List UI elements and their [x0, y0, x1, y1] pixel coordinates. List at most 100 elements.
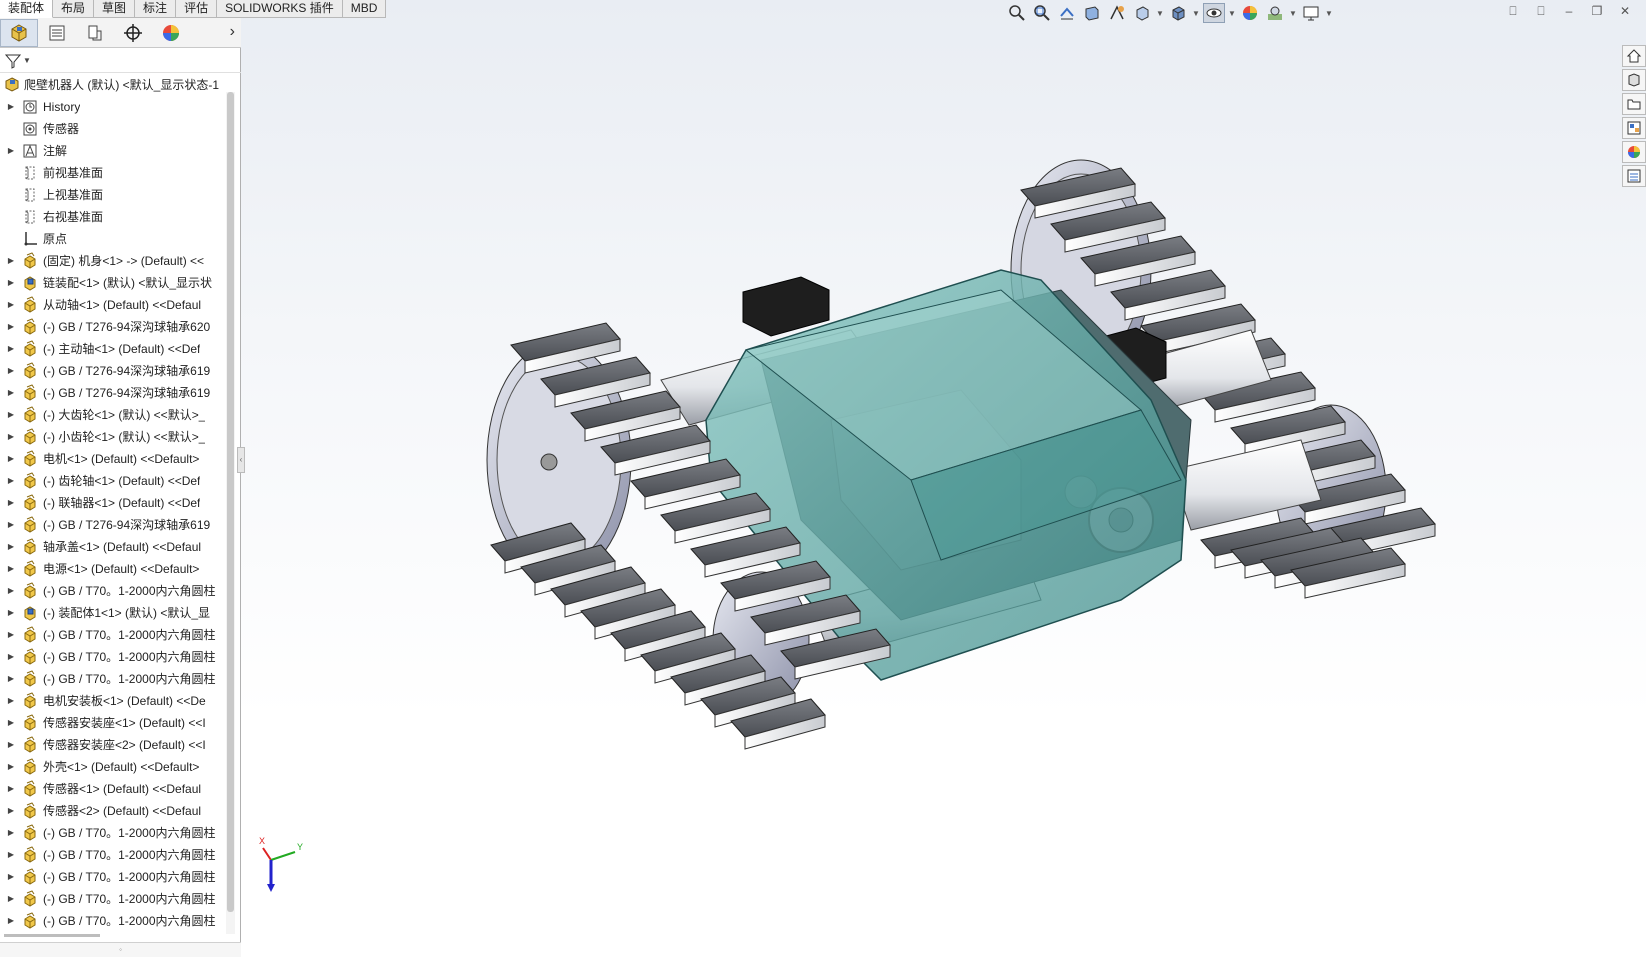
configuration-manager-tab[interactable]: [76, 19, 114, 47]
home-icon[interactable]: [1622, 45, 1646, 67]
tree-item[interactable]: ▶ (-) 小齿轮<1> (默认) <<默认>_: [0, 426, 222, 448]
zoom-to-area-icon[interactable]: [1031, 3, 1053, 23]
design-library-icon[interactable]: [1622, 69, 1646, 91]
command-tab[interactable]: 评估: [176, 0, 218, 18]
filter-dropdown-caret-icon[interactable]: ▼: [23, 56, 31, 65]
view-palette-icon[interactable]: [1622, 117, 1646, 139]
dropdown-caret-icon[interactable]: ▼: [1325, 9, 1333, 18]
expand-arrow-icon[interactable]: ▶: [6, 866, 16, 888]
command-tab[interactable]: MBD: [342, 0, 387, 18]
expand-arrow-icon[interactable]: ▶: [6, 800, 16, 822]
expand-arrow-icon[interactable]: ▶: [6, 668, 16, 690]
tree-item[interactable]: ▶ (-) 主动轴<1> (Default) <<Def: [0, 338, 222, 360]
expand-arrow-icon[interactable]: ▶: [6, 470, 16, 492]
expand-arrow-icon[interactable]: ▶: [6, 294, 16, 316]
tree-item[interactable]: ▶传感器: [0, 118, 222, 140]
tree-item[interactable]: ▶ (-) GB / T70。1-2000内六角圆柱: [0, 888, 222, 910]
custom-properties-icon[interactable]: [1622, 165, 1646, 187]
tree-item[interactable]: ▶ 传感器安装座<2> (Default) <<I: [0, 734, 222, 756]
expand-arrow-icon[interactable]: ▶: [6, 536, 16, 558]
expand-arrow-icon[interactable]: ▶: [6, 602, 16, 624]
property-manager-tab[interactable]: [38, 19, 76, 47]
graphics-area[interactable]: ▼ ▼ ▼ ▼ ▼ ⎕ ⎕ – ❐ ✕ X Y: [241, 0, 1646, 957]
tree-horizontal-scrollbar[interactable]: [0, 932, 222, 940]
tree-item[interactable]: ▶ (-) 大齿轮<1> (默认) <<默认>_: [0, 404, 222, 426]
expand-arrow-icon[interactable]: ▶: [6, 822, 16, 844]
tree-item[interactable]: ▶ 电机安装板<1> (Default) <<De: [0, 690, 222, 712]
tree-item[interactable]: ▶ (-) GB / T276-94深沟球轴承619: [0, 382, 222, 404]
tree-item[interactable]: ▶ 电源<1> (Default) <<Default>: [0, 558, 222, 580]
expand-arrow-icon[interactable]: ▶: [6, 558, 16, 580]
tree-item[interactable]: ▶上视基准面: [0, 184, 222, 206]
tree-item[interactable]: ▶ 链装配<1> (默认) <默认_显示状: [0, 272, 222, 294]
apply-scene-icon[interactable]: [1264, 3, 1286, 23]
more-tabs-chevron-icon[interactable]: ›: [230, 23, 235, 41]
expand-arrow-icon[interactable]: ▶: [6, 580, 16, 602]
close-icon[interactable]: ✕: [1616, 3, 1634, 19]
expand-arrow-icon[interactable]: ▶: [6, 492, 16, 514]
expand-arrow-icon[interactable]: ▶: [6, 360, 16, 382]
expand-arrow-icon[interactable]: ▶: [6, 910, 16, 932]
display-manager-tab[interactable]: [152, 19, 190, 47]
appearances-icon[interactable]: [1622, 141, 1646, 163]
expand-arrow-icon[interactable]: ▶: [6, 316, 16, 338]
expand-arrow-icon[interactable]: ▶: [6, 734, 16, 756]
expand-arrow-icon[interactable]: ▶: [6, 272, 16, 294]
display-style-icon[interactable]: [1167, 3, 1189, 23]
restore-icon[interactable]: ❐: [1588, 3, 1606, 19]
panel-collapse-handle[interactable]: ‹: [237, 447, 245, 473]
view-orientation-icon[interactable]: [1131, 3, 1153, 23]
tree-item[interactable]: ▶右视基准面: [0, 206, 222, 228]
expand-arrow-icon[interactable]: ▶: [6, 96, 16, 118]
tree-item[interactable]: ▶ (-) GB / T70。1-2000内六角圆柱: [0, 866, 222, 888]
dropdown-caret-icon[interactable]: ▼: [1192, 9, 1200, 18]
section-view-icon[interactable]: [1081, 3, 1103, 23]
expand-arrow-icon[interactable]: ▶: [6, 690, 16, 712]
tree-item[interactable]: ▶前视基准面: [0, 162, 222, 184]
expand-arrow-icon[interactable]: ▶: [6, 426, 16, 448]
tree-item[interactable]: ▶ (-) GB / T70。1-2000内六角圆柱: [0, 668, 222, 690]
expand-arrow-icon[interactable]: ▶: [6, 646, 16, 668]
expand-arrow-icon[interactable]: ▶: [6, 624, 16, 646]
tree-item[interactable]: ▶ (-) GB / T276-94深沟球轴承620: [0, 316, 222, 338]
expand-arrow-icon[interactable]: ▶: [6, 448, 16, 470]
hide-show-items-icon[interactable]: [1203, 3, 1225, 23]
tree-item[interactable]: ▶ (-) GB / T70。1-2000内六角圆柱: [0, 580, 222, 602]
tree-item[interactable]: ▶ (-) GB / T276-94深沟球轴承619: [0, 360, 222, 382]
dropdown-caret-icon[interactable]: ▼: [1156, 9, 1164, 18]
edit-appearance-icon[interactable]: [1239, 3, 1261, 23]
expand-arrow-icon[interactable]: ▶: [6, 140, 16, 162]
tree-item[interactable]: ▶ (-) 联轴器<1> (Default) <<Def: [0, 492, 222, 514]
command-tab[interactable]: 布局: [53, 0, 95, 18]
tree-item[interactable]: ▶ 外壳<1> (Default) <<Default>: [0, 756, 222, 778]
tree-item[interactable]: ▶原点: [0, 228, 222, 250]
tree-item[interactable]: ▶ (-) GB / T276-94深沟球轴承619: [0, 514, 222, 536]
scrollbar-thumb[interactable]: [4, 934, 100, 937]
expand-arrow-icon[interactable]: ▶: [6, 514, 16, 536]
expand-arrow-icon[interactable]: ▶: [6, 382, 16, 404]
panel-splitter[interactable]: ◦: [0, 942, 241, 957]
expand-arrow-icon[interactable]: ▶: [6, 712, 16, 734]
dynamic-annotation-icon[interactable]: [1106, 3, 1128, 23]
view-settings-icon[interactable]: [1300, 3, 1322, 23]
tree-item[interactable]: ▶ History: [0, 96, 222, 118]
expand-arrow-icon[interactable]: ▶: [6, 844, 16, 866]
tree-item[interactable]: ▶ 传感器安装座<1> (Default) <<I: [0, 712, 222, 734]
dropdown-caret-icon[interactable]: ▼: [1228, 9, 1236, 18]
tree-item[interactable]: ▶ (-) 装配体1<1> (默认) <默认_显: [0, 602, 222, 624]
command-tab[interactable]: 装配体: [0, 0, 54, 18]
tree-item[interactable]: ▶ (固定) 机身<1> -> (Default) <<: [0, 250, 222, 272]
command-tab[interactable]: SOLIDWORKS 插件: [217, 0, 343, 18]
minimize-icon[interactable]: –: [1560, 3, 1578, 19]
command-tab[interactable]: 草图: [94, 0, 136, 18]
zoom-to-fit-icon[interactable]: [1006, 3, 1028, 23]
dimxpert-tab[interactable]: [114, 19, 152, 47]
tree-item[interactable]: ▶ (-) GB / T70。1-2000内六角圆柱: [0, 822, 222, 844]
tree-item[interactable]: ▶ (-) GB / T70。1-2000内六角圆柱: [0, 646, 222, 668]
expand-arrow-icon[interactable]: ▶: [6, 338, 16, 360]
expand-arrow-icon[interactable]: ▶: [6, 404, 16, 426]
tree-root[interactable]: 爬壁机器人 (默认) <默认_显示状态-1: [0, 74, 222, 96]
tree-item[interactable]: ▶ 电机<1> (Default) <<Default>: [0, 448, 222, 470]
expand-arrow-icon[interactable]: ▶: [6, 888, 16, 910]
expand-arrow-icon[interactable]: ▶: [6, 756, 16, 778]
